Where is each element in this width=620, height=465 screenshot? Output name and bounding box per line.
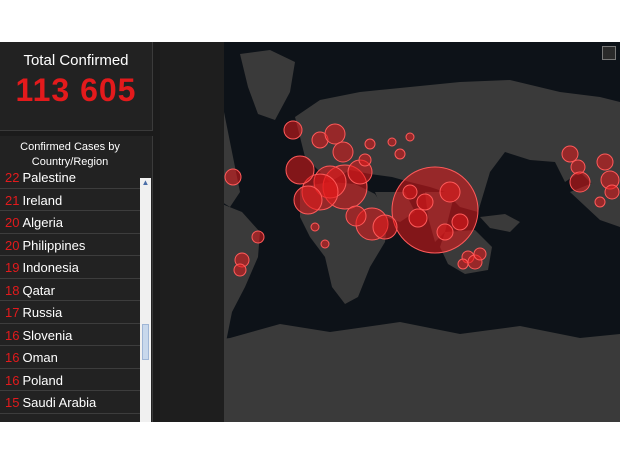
country-name: Palestine <box>22 170 76 185</box>
case-marker-icon[interactable] <box>436 223 454 241</box>
country-count: 16 <box>5 372 20 388</box>
country-list-header-line1: Confirmed Cases by <box>20 141 120 153</box>
case-marker-icon[interactable] <box>594 196 606 208</box>
dashboard: Total Confirmed 113 605 Confirmed Cases … <box>0 42 620 422</box>
case-marker-icon[interactable] <box>233 263 247 277</box>
country-name: Poland <box>22 372 63 388</box>
country-name: Qatar <box>22 282 55 298</box>
country-row[interactable]: 20 Philippines <box>0 234 140 256</box>
case-marker-icon[interactable] <box>391 166 479 254</box>
scroll-up-arrow-icon[interactable]: ▲ <box>140 178 151 188</box>
case-marker-icon[interactable] <box>569 171 591 193</box>
country-count: 19 <box>5 260 20 275</box>
country-count: 20 <box>5 237 20 253</box>
country-count: 16 <box>5 327 20 343</box>
country-name: Slovenia <box>22 327 73 343</box>
country-list-panel: Confirmed Cases by Country/Region 22 Pale… <box>0 136 153 422</box>
country-list-scrollbar[interactable]: ▲ <box>140 178 151 422</box>
country-count: 15 <box>5 395 20 410</box>
total-confirmed-title: Total Confirmed <box>23 52 129 69</box>
country-row[interactable]: 18 Qatar <box>0 279 140 301</box>
country-row[interactable]: 15 Saudi Arabia <box>0 391 140 414</box>
country-row[interactable]: 16 Oman <box>0 346 140 369</box>
case-marker-icon[interactable] <box>324 123 346 145</box>
case-marker-icon[interactable] <box>457 258 469 270</box>
case-marker-icon[interactable] <box>293 185 323 215</box>
case-marker-icon[interactable] <box>604 184 620 200</box>
case-marker-icon[interactable] <box>451 213 469 231</box>
antarctica-land <box>160 322 620 422</box>
greenland-land <box>240 50 295 120</box>
total-confirmed-panel: Total Confirmed 113 605 <box>0 42 153 131</box>
southeast-asia-land <box>480 214 520 232</box>
case-marker-icon[interactable] <box>358 153 372 167</box>
case-marker-icon[interactable] <box>402 184 418 200</box>
country-row[interactable]: 22 Palestine <box>0 166 140 189</box>
case-marker-icon[interactable] <box>345 205 367 227</box>
country-row[interactable]: 17 Russia <box>0 301 140 324</box>
map-layer-button[interactable] <box>602 46 616 60</box>
case-marker-icon[interactable] <box>320 239 330 249</box>
country-row[interactable]: 21 Ireland <box>0 189 140 211</box>
total-confirmed-value: 113 605 <box>15 72 137 108</box>
case-marker-icon[interactable] <box>285 155 315 185</box>
world-map-canvas[interactable] <box>160 42 620 422</box>
case-marker-icon[interactable] <box>310 222 320 232</box>
country-count: 22 <box>5 170 20 185</box>
case-marker-icon[interactable] <box>224 168 242 186</box>
case-marker-icon[interactable] <box>596 153 614 171</box>
country-count: 20 <box>5 215 20 230</box>
country-count: 16 <box>5 350 20 365</box>
country-row[interactable]: 16 Slovenia <box>0 324 140 346</box>
country-name: Indonesia <box>22 260 79 275</box>
scrollbar-thumb[interactable] <box>142 324 149 360</box>
country-name: Ireland <box>22 192 63 208</box>
case-marker-icon[interactable] <box>473 247 487 261</box>
country-row[interactable]: 16 Poland <box>0 369 140 391</box>
country-name: Philippines <box>22 237 86 253</box>
case-marker-icon[interactable] <box>408 208 428 228</box>
case-marker-icon[interactable] <box>439 181 461 203</box>
case-marker-icon[interactable] <box>394 148 406 160</box>
country-name: Oman <box>22 350 58 365</box>
country-row[interactable]: 19 Indonesia <box>0 256 140 279</box>
case-marker-icon[interactable] <box>561 145 579 163</box>
case-marker-icon[interactable] <box>416 193 434 211</box>
world-map[interactable] <box>160 42 620 422</box>
case-marker-icon[interactable] <box>251 230 265 244</box>
country-count: 18 <box>5 282 20 298</box>
country-list[interactable]: 22 Palestine 21 Ireland 20 Algeria 20 Philippin… <box>0 166 140 414</box>
map-left-strip <box>160 42 224 422</box>
country-name: Russia <box>22 305 63 320</box>
case-marker-icon[interactable] <box>405 132 415 142</box>
country-name: Saudi Arabia <box>22 395 97 410</box>
country-row[interactable]: 20 Algeria <box>0 211 140 234</box>
case-marker-icon[interactable] <box>372 214 398 240</box>
case-marker-icon[interactable] <box>364 138 376 150</box>
country-count: 17 <box>5 305 20 320</box>
country-count: 21 <box>5 192 20 208</box>
case-marker-icon[interactable] <box>387 137 397 147</box>
case-marker-icon[interactable] <box>332 141 354 163</box>
country-name: Algeria <box>22 215 63 230</box>
case-marker-icon[interactable] <box>283 120 303 140</box>
